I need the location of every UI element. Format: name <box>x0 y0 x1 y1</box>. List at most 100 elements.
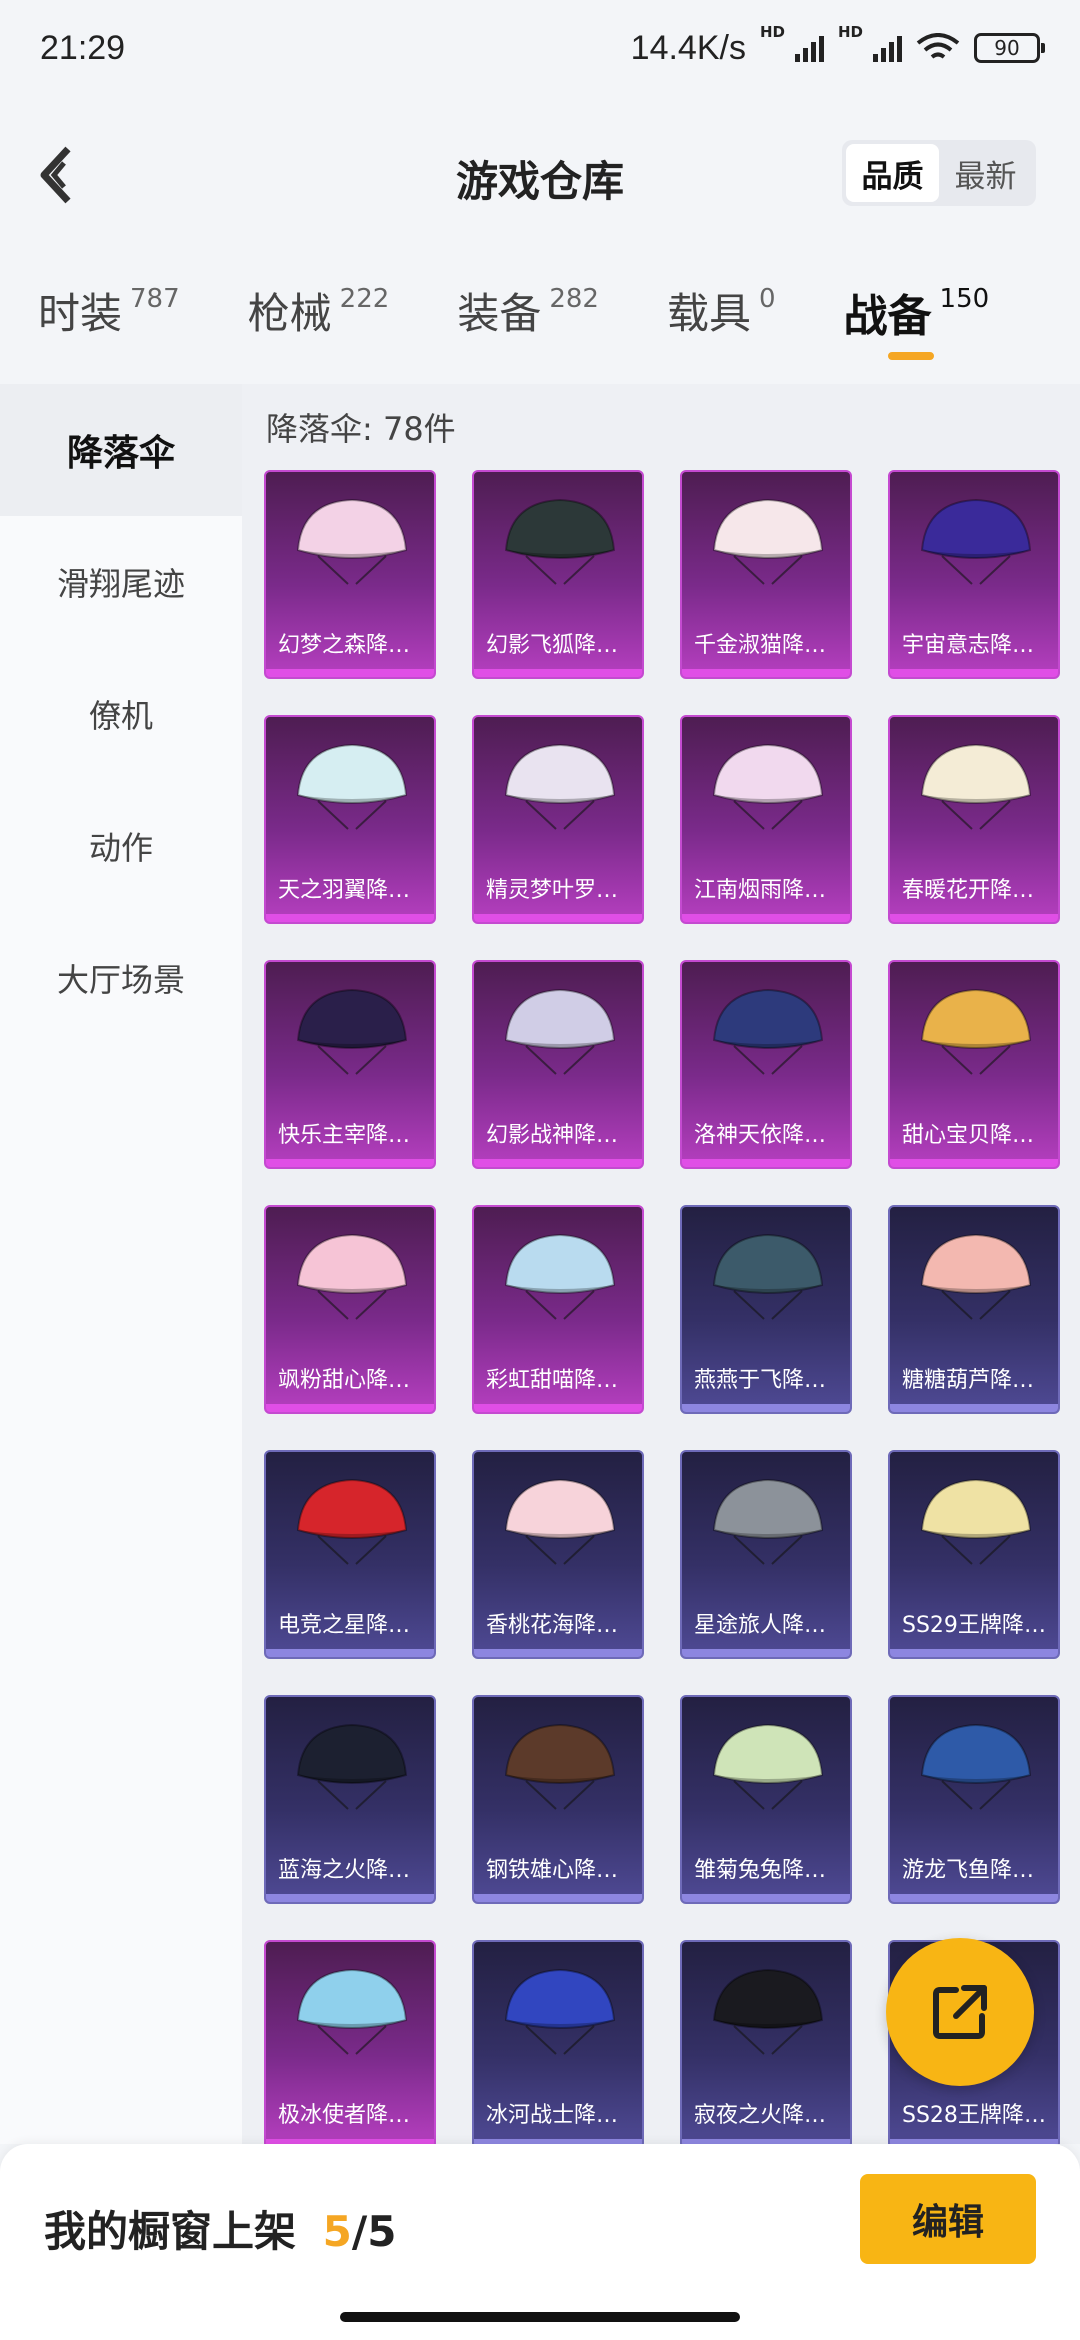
parachute-icon <box>712 498 824 585</box>
item-card[interactable]: 燕燕于飞降落伞 <box>680 1205 852 1414</box>
tab-battle-gear[interactable]: 战备 150 <box>844 280 990 370</box>
item-card[interactable]: 彩虹甜喵降落伞 <box>472 1205 644 1414</box>
parachute-icon <box>920 1478 1032 1565</box>
rarity-bar <box>682 1159 850 1167</box>
rarity-bar <box>890 1404 1058 1412</box>
sort-quality-button[interactable]: 品质 <box>846 144 939 202</box>
home-indicator[interactable] <box>340 2312 740 2322</box>
parachute-icon <box>296 498 408 585</box>
rarity-bar <box>682 669 850 677</box>
item-card[interactable]: 飒粉甜心降落伞 <box>264 1205 436 1414</box>
rarity-bar <box>890 914 1058 922</box>
item-name: 洛神天依降落伞 <box>694 1123 840 1148</box>
parachute-icon <box>920 498 1032 585</box>
tab-vehicles[interactable]: 载具 0 <box>667 280 776 370</box>
item-name: 香桃花海降落伞 <box>486 1613 632 1638</box>
header: 游戏仓库 品质 最新 <box>0 120 1080 230</box>
item-card[interactable]: 甜心宝贝降落伞 <box>888 960 1060 1169</box>
parachute-icon <box>504 1723 616 1810</box>
item-name: 寂夜之火降落伞 <box>694 2103 840 2128</box>
item-name: 飒粉甜心降落伞 <box>278 1368 424 1393</box>
item-card[interactable]: 洛神天依降落伞 <box>680 960 852 1169</box>
edit-button[interactable]: 编辑 <box>860 2174 1036 2264</box>
parachute-icon <box>920 1233 1032 1320</box>
tab-fashion[interactable]: 时装 787 <box>38 280 180 370</box>
item-card[interactable]: 春暖花开降落伞 <box>888 715 1060 924</box>
parachute-icon <box>712 743 824 830</box>
item-card[interactable]: 钢铁雄心降落伞 <box>472 1695 644 1904</box>
item-name: 极冰使者降落伞 <box>278 2103 424 2128</box>
hd-label-2: HD <box>837 22 863 41</box>
item-name: 春暖花开降落伞 <box>902 878 1048 903</box>
parachute-icon <box>296 988 408 1075</box>
rarity-bar <box>890 669 1058 677</box>
item-card[interactable]: 香桃花海降落伞 <box>472 1450 644 1659</box>
parachute-icon <box>504 1478 616 1565</box>
item-card[interactable]: 电竞之星降落伞 <box>264 1450 436 1659</box>
status-bar: 21:29 14.4K/s HD HD 90 <box>0 0 1080 96</box>
rarity-bar <box>474 1649 642 1657</box>
item-card[interactable]: 游龙飞鱼降落伞 <box>888 1695 1060 1904</box>
sidebar: 降落伞 滑翔尾迹 僚机 动作 大厅场景 <box>0 384 242 2144</box>
item-card[interactable]: 寂夜之火降落伞 <box>680 1940 852 2144</box>
item-card[interactable]: 星途旅人降落伞 <box>680 1450 852 1659</box>
item-card[interactable]: 幻梦之森降落伞 <box>264 470 436 679</box>
item-card[interactable]: 千金淑猫降落伞 <box>680 470 852 679</box>
item-grid: 幻梦之森降落伞 幻影飞狐降落伞 千金淑猫降落伞 宇宙意志降落伞天之羽翼降落伞 精灵梦叶罗… <box>264 470 1060 2144</box>
sidebar-item-wingman[interactable]: 僚机 <box>0 648 242 780</box>
tab-label: 时装 <box>38 289 123 338</box>
sidebar-item-parachute[interactable]: 降落伞 <box>0 384 242 516</box>
rarity-bar <box>266 1404 434 1412</box>
rarity-bar <box>474 914 642 922</box>
rarity-bar <box>266 914 434 922</box>
item-name: 星途旅人降落伞 <box>694 1613 840 1638</box>
item-card[interactable]: 精灵梦叶罗降落伞 <box>472 715 644 924</box>
parachute-icon <box>712 1478 824 1565</box>
item-name: 电竞之星降落伞 <box>278 1613 424 1638</box>
item-name: 蓝海之火降落伞 <box>278 1858 424 1883</box>
sort-newest-button[interactable]: 最新 <box>939 144 1032 202</box>
signal-icon <box>794 34 824 62</box>
sidebar-item-lobby-scene[interactable]: 大厅场景 <box>0 912 242 1044</box>
rarity-bar <box>474 669 642 677</box>
parachute-icon <box>504 1233 616 1320</box>
item-name: 精灵梦叶罗降落伞 <box>486 878 632 903</box>
rarity-bar <box>682 1649 850 1657</box>
item-card[interactable]: 雏菊兔兔降落伞 <box>680 1695 852 1904</box>
item-name: 快乐主宰降落伞 <box>278 1123 424 1148</box>
battery-icon: 90 <box>974 33 1045 63</box>
item-name: 燕燕于飞降落伞 <box>694 1368 840 1393</box>
item-name: 糖糖葫芦降落伞 <box>902 1368 1048 1393</box>
item-name: 冰河战士降落伞 <box>486 2103 632 2128</box>
share-button[interactable] <box>886 1938 1034 2086</box>
parachute-icon <box>504 988 616 1075</box>
tab-equipment[interactable]: 装备 282 <box>457 280 599 370</box>
share-external-icon <box>933 1985 987 2039</box>
sidebar-item-emote[interactable]: 动作 <box>0 780 242 912</box>
item-name: 彩虹甜喵降落伞 <box>486 1368 632 1393</box>
item-card[interactable]: 天之羽翼降落伞 <box>264 715 436 924</box>
sidebar-item-glide-trail[interactable]: 滑翔尾迹 <box>0 516 242 648</box>
item-card[interactable]: 糖糖葫芦降落伞 <box>888 1205 1060 1414</box>
item-name: SS28王牌降落伞 <box>902 2103 1048 2128</box>
item-card[interactable]: SS29王牌降落伞 <box>888 1450 1060 1659</box>
network-speed: 14.4K/s <box>630 28 746 67</box>
parachute-icon <box>504 1968 616 2055</box>
rarity-bar <box>474 1404 642 1412</box>
rarity-bar <box>474 1894 642 1902</box>
item-card[interactable]: 宇宙意志降落伞 <box>888 470 1060 679</box>
item-card[interactable]: 快乐主宰降落伞 <box>264 960 436 1169</box>
item-card[interactable]: 冰河战士降落伞 <box>472 1940 644 2144</box>
item-card[interactable]: 幻影飞狐降落伞 <box>472 470 644 679</box>
item-card[interactable]: 极冰使者降落伞 <box>264 1940 436 2144</box>
signal-icon-2 <box>873 34 902 62</box>
showcase-separator: / <box>351 2207 368 2256</box>
item-card[interactable]: 江南烟雨降落伞 <box>680 715 852 924</box>
tab-guns[interactable]: 枪械 222 <box>248 280 390 370</box>
item-card[interactable]: 蓝海之火降落伞 <box>264 1695 436 1904</box>
showcase-status: 我的橱窗上架 5/5 <box>44 2198 396 2259</box>
wifi-icon <box>916 33 960 59</box>
item-card[interactable]: 幻影战神降落伞 <box>472 960 644 1169</box>
tab-count: 282 <box>549 284 599 314</box>
tab-count: 150 <box>939 284 990 314</box>
